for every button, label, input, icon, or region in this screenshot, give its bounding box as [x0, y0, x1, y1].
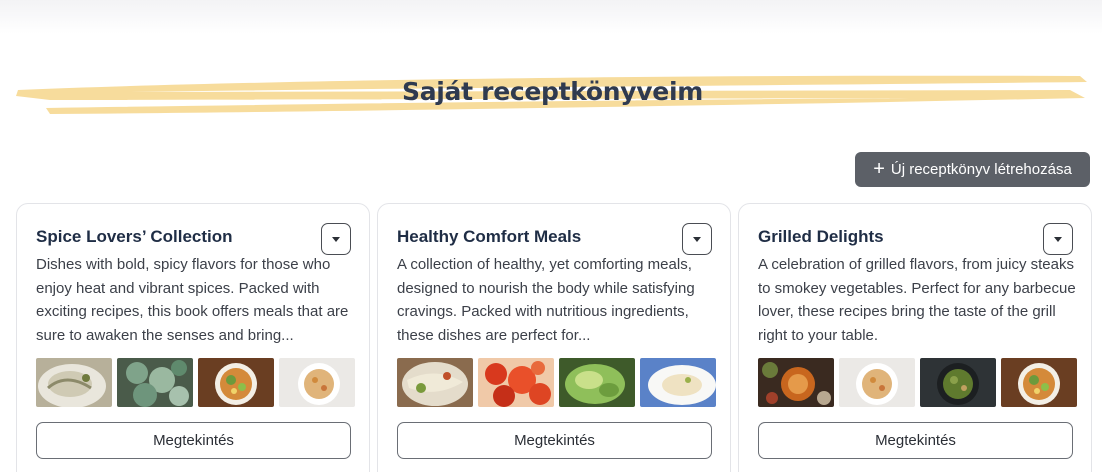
create-recipe-book-button[interactable]: + Új receptkönyv létrehozása: [855, 152, 1090, 187]
caret-down-icon: [693, 236, 701, 242]
card-description: Dishes with bold, spicy flavors for thos…: [36, 256, 349, 344]
card-menu-button[interactable]: [682, 223, 712, 255]
recipe-book-card: Healthy Comfort Meals A collection of he…: [377, 203, 731, 472]
food-thumbnail: [117, 358, 193, 407]
food-thumbnail: [198, 358, 274, 407]
page-title: Saját receptkönyveim: [402, 77, 703, 106]
food-thumbnail: [397, 358, 473, 407]
thumbnail-strip: [758, 358, 1077, 407]
create-button-label: Új receptkönyv létrehozása: [890, 161, 1072, 178]
card-description: A celebration of grilled flavors, from j…: [758, 256, 1076, 344]
recipe-books-page: Saját receptkönyveim + Új receptkönyv lé…: [0, 0, 1102, 472]
card-title: Healthy Comfort Meals: [397, 227, 582, 246]
food-thumbnail: [920, 358, 996, 407]
food-thumbnail: [1001, 358, 1077, 407]
card-description: A collection of healthy, yet comforting …: [397, 256, 695, 344]
title-banner: Saját receptkönyveim: [10, 68, 1095, 124]
thumbnail-strip: [36, 358, 355, 407]
caret-down-icon: [332, 236, 340, 242]
food-thumbnail: [36, 358, 112, 407]
view-button[interactable]: Megtekintés: [758, 422, 1073, 459]
recipe-book-card: Grilled Delights A celebration of grille…: [738, 203, 1092, 472]
card-title: Spice Lovers’ Collection: [36, 227, 233, 246]
plus-icon: +: [873, 157, 885, 180]
food-thumbnail: [839, 358, 915, 407]
header-shadow: [0, 0, 1102, 34]
card-title: Grilled Delights: [758, 227, 884, 246]
card-menu-button[interactable]: [321, 223, 351, 255]
food-thumbnail: [478, 358, 554, 407]
food-thumbnail: [758, 358, 834, 407]
thumbnail-strip: [397, 358, 716, 407]
card-menu-button[interactable]: [1043, 223, 1073, 255]
food-thumbnail: [640, 358, 716, 407]
caret-down-icon: [1054, 236, 1062, 242]
food-thumbnail: [279, 358, 355, 407]
recipe-book-card: Spice Lovers’ Collection Dishes with bol…: [16, 203, 370, 472]
food-thumbnail: [559, 358, 635, 407]
view-button[interactable]: Megtekintés: [397, 422, 712, 459]
view-button[interactable]: Megtekintés: [36, 422, 351, 459]
